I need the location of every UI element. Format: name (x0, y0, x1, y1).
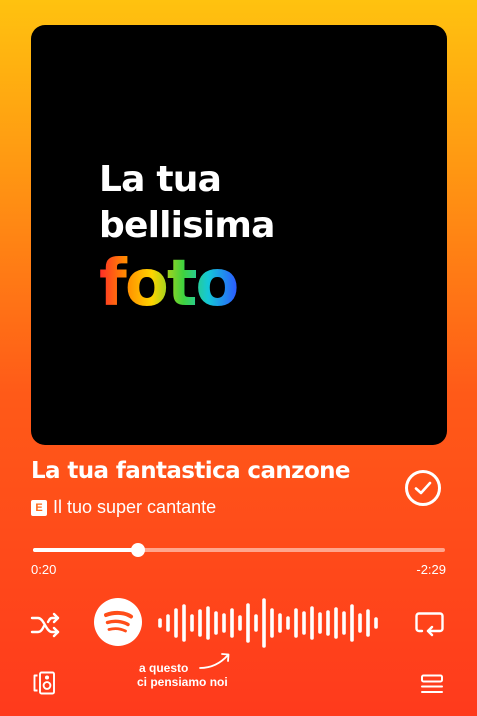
artwork-line-1: La tua (99, 159, 222, 200)
annotation-line-2: ci pensiamo noi (137, 675, 228, 689)
progress-fill (33, 548, 139, 552)
artwork-text: La tua bellisima foto (99, 157, 275, 319)
album-artwork: La tua bellisima foto (31, 25, 447, 445)
explicit-badge: E (31, 499, 47, 516)
progress-knob[interactable] (131, 543, 146, 557)
song-title: La tua fantastica canzone (31, 458, 351, 484)
artist-row: E Il tuo super cantante (31, 497, 216, 518)
remaining-time: -2:29 (416, 562, 446, 577)
annotation-text: a questo ci pensiamo noi (137, 661, 228, 689)
connect-device-icon[interactable] (32, 671, 56, 700)
annotation-line-1: a questo (139, 661, 189, 675)
spotify-code-wave (158, 598, 378, 648)
spotify-logo-icon (94, 598, 142, 646)
artwork-line-2: bellisima (99, 205, 275, 246)
progress-bar[interactable] (33, 543, 445, 557)
artwork-line-3: foto (99, 249, 275, 319)
shuffle-icon[interactable] (30, 611, 62, 644)
artist-name[interactable]: Il tuo super cantante (53, 497, 216, 518)
elapsed-time: 0:20 (31, 562, 57, 577)
queue-icon[interactable] (420, 674, 444, 699)
repeat-icon[interactable] (414, 609, 446, 646)
check-circle-icon[interactable] (405, 470, 441, 506)
